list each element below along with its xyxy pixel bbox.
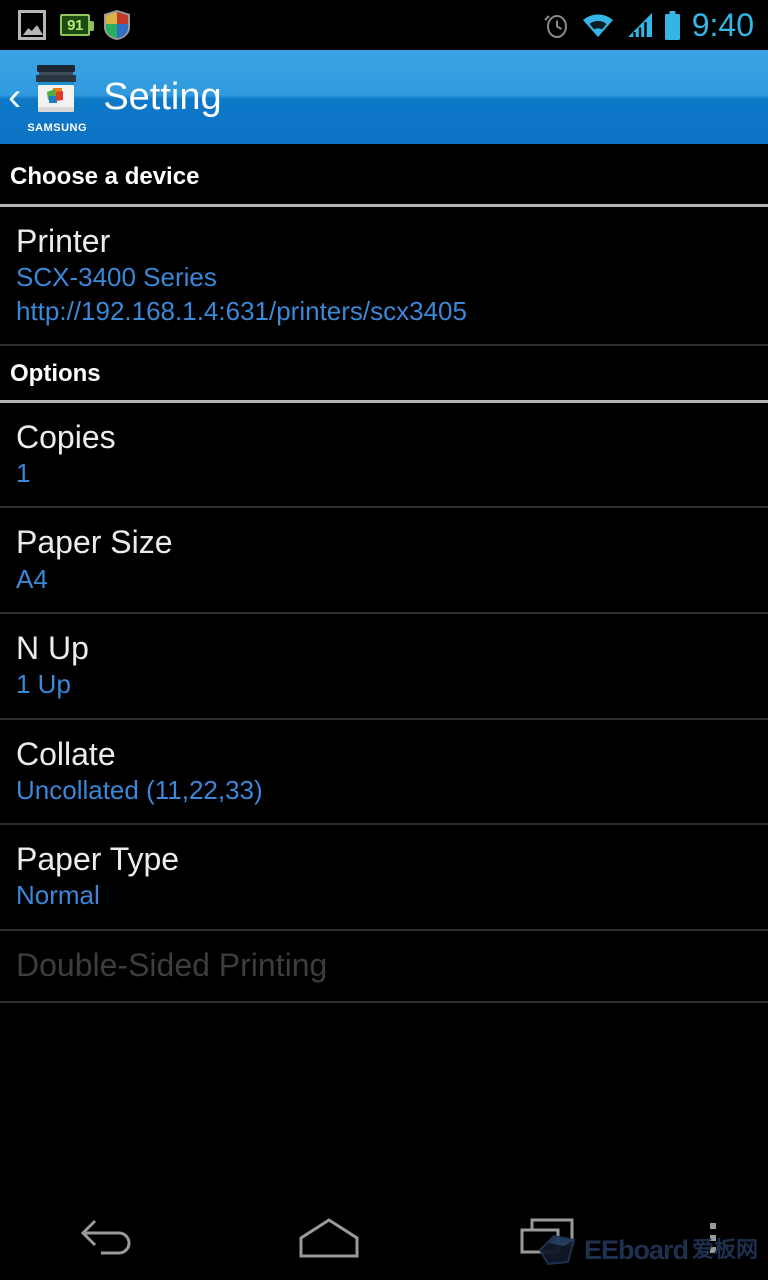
back-navigation-icon[interactable]: ‹ <box>0 77 25 117</box>
list-item-paper-type[interactable]: Paper Type Normal <box>0 825 768 931</box>
samsung-brand-label: SAMSUNG <box>27 122 88 134</box>
section-header-options: Options <box>0 345 768 403</box>
system-navigation-bar <box>0 1195 768 1280</box>
list-item-collate[interactable]: Collate Uncollated (11,22,33) <box>0 719 768 826</box>
list-item-title: N Up <box>16 630 89 666</box>
section-header-choose-a-device: Choose a device <box>0 150 768 207</box>
overflow-button[interactable] <box>658 1195 768 1280</box>
device-screen: 91 9:40 ‹ SAMSUNG Setting Choose a devic… <box>0 0 768 1280</box>
section-header-label: Options <box>10 359 101 387</box>
list-item-title: Copies <box>16 418 116 455</box>
list-item-title: Printer <box>16 223 111 259</box>
status-bar-right-icons: 9:40 <box>543 9 768 41</box>
back-button[interactable] <box>0 1195 219 1280</box>
list-item-value: A4 <box>16 563 48 594</box>
list-item-n-up[interactable]: N Up 1 Up <box>0 614 768 720</box>
settings-list: Choose a device Printer SCX-3400 Series … <box>0 150 768 1004</box>
list-item-title: Double-Sided Printing <box>16 946 328 983</box>
list-item-value: Normal <box>16 880 100 911</box>
status-bar-clock: 9:40 <box>691 7 754 43</box>
list-item-title: Collate <box>16 735 116 772</box>
recents-button[interactable] <box>439 1195 658 1280</box>
list-item-title: Paper Size <box>16 524 173 561</box>
security-shield-icon <box>104 10 130 40</box>
battery-level-label: 91 <box>67 16 83 34</box>
wifi-icon <box>582 12 614 38</box>
more-vertical-icon <box>709 1222 716 1253</box>
battery-saver-icon: 91 <box>60 14 94 36</box>
status-bar: 91 9:40 <box>0 0 768 50</box>
page-title: Setting <box>103 75 222 118</box>
list-item-copies[interactable]: Copies 1 <box>0 402 768 509</box>
list-item-value: 1 <box>16 458 31 489</box>
samsung-printer-icon <box>36 65 77 112</box>
list-item-paper-size[interactable]: Paper Size A4 <box>0 508 768 614</box>
list-item-title: Paper Type <box>16 841 180 878</box>
list-item-subtitle-model: SCX-3400 Series <box>16 262 217 293</box>
cellular-signal-icon <box>625 12 653 38</box>
recent-apps-icon <box>520 1218 574 1253</box>
battery-icon <box>664 10 681 40</box>
action-bar: ‹ SAMSUNG Setting <box>0 50 768 147</box>
home-icon <box>299 1217 359 1257</box>
app-logo[interactable]: SAMSUNG <box>27 61 88 134</box>
alarm-icon <box>543 11 571 39</box>
screenshot-icon <box>18 10 46 40</box>
status-bar-left-icons: 91 <box>0 10 543 40</box>
list-item-double-sided-printing: Double-Sided Printing <box>0 930 768 1004</box>
list-item-value: 1 Up <box>16 669 71 700</box>
list-item-subtitle-url: http://192.168.1.4:631/printers/scx3405 <box>16 295 467 326</box>
back-arrow-icon <box>80 1219 131 1254</box>
section-header-label: Choose a device <box>10 163 200 190</box>
home-button[interactable] <box>219 1195 438 1280</box>
list-item-value: Uncollated (11,22,33) <box>16 774 263 805</box>
list-item-printer[interactable]: Printer SCX-3400 Series http://192.168.1… <box>0 207 768 346</box>
